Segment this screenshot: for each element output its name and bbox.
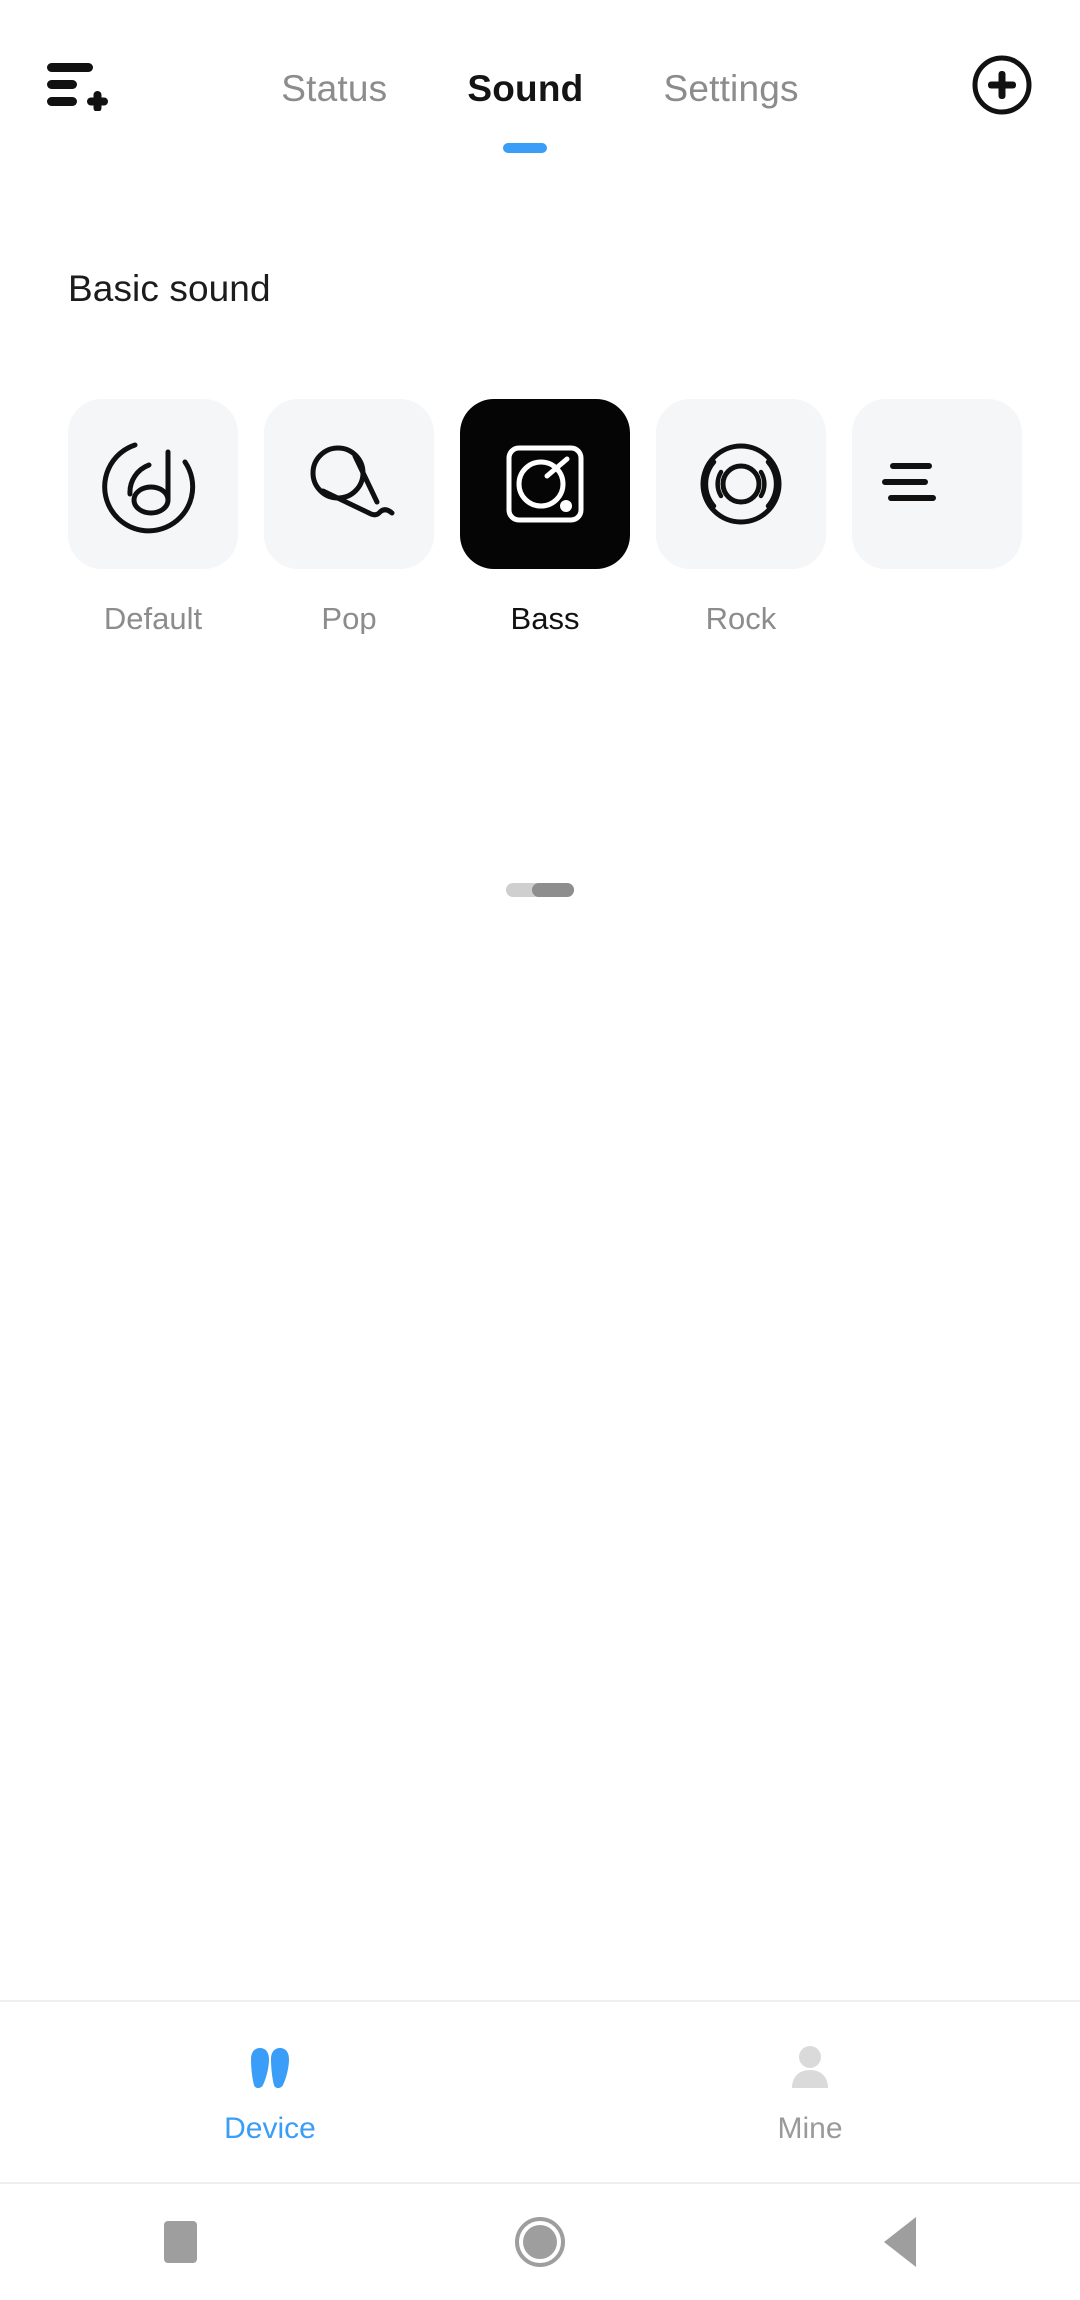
nav-item-device[interactable]: Device bbox=[0, 2002, 540, 2182]
recents-square-icon bbox=[163, 2221, 197, 2263]
tab-sound-label: Sound bbox=[467, 67, 584, 109]
add-device-button[interactable] bbox=[942, 39, 1034, 131]
speaker-waves-icon bbox=[700, 443, 782, 525]
list-add-icon bbox=[47, 63, 108, 111]
nav-item-device-label: Device bbox=[224, 2112, 316, 2145]
vinyl-music-note-icon bbox=[102, 442, 196, 534]
preset-default[interactable]: Default bbox=[68, 399, 238, 634]
recents-button[interactable] bbox=[0, 2184, 360, 2300]
back-button[interactable] bbox=[720, 2184, 1080, 2300]
tab-sound-indicator bbox=[503, 143, 548, 153]
sound-panel: Basic sound Default Pop Bass Rock bbox=[0, 170, 1080, 2000]
bottom-navigation: Device Mine bbox=[0, 2000, 1080, 2182]
speaker-amp-icon bbox=[506, 445, 584, 523]
preset-next-partial-tile[interactable] bbox=[852, 399, 1022, 569]
preset-default-label: Default bbox=[103, 601, 203, 634]
tab-settings[interactable]: Settings bbox=[623, 0, 838, 170]
preset-pop[interactable]: Pop bbox=[264, 399, 434, 634]
home-circle-icon bbox=[515, 2217, 565, 2267]
preset-rock-label: Rock bbox=[705, 601, 777, 634]
preset-bass-label: Bass bbox=[510, 601, 580, 634]
equalizer-lines-icon bbox=[882, 463, 936, 501]
preset-default-tile[interactable] bbox=[68, 399, 238, 569]
top-app-bar: Status Sound Settings bbox=[0, 0, 1080, 170]
person-icon bbox=[792, 2046, 828, 2088]
sound-preset-list[interactable]: Default Pop Bass Rock bbox=[0, 399, 1080, 634]
tab-status-label: Status bbox=[281, 67, 388, 109]
tab-bar: Status Sound Settings bbox=[138, 0, 942, 170]
plus-circle-icon bbox=[972, 55, 1032, 115]
list-add-button[interactable] bbox=[46, 39, 138, 131]
tab-settings-label: Settings bbox=[663, 67, 799, 109]
earbuds-icon bbox=[251, 2048, 289, 2088]
tab-sound[interactable]: Sound bbox=[427, 0, 623, 170]
preset-rock[interactable]: Rock bbox=[656, 399, 826, 634]
android-system-navigation bbox=[0, 2182, 1080, 2300]
nav-item-mine[interactable]: Mine bbox=[540, 2002, 1080, 2182]
preset-scrollbar[interactable] bbox=[506, 883, 574, 897]
preset-next-partial[interactable] bbox=[852, 399, 1022, 634]
tab-status[interactable]: Status bbox=[241, 0, 427, 170]
preset-pop-tile[interactable] bbox=[264, 399, 434, 569]
nav-item-mine-label: Mine bbox=[777, 2112, 843, 2145]
app-screen: Status Sound Settings Basic sound Defaul… bbox=[0, 0, 1080, 2300]
back-triangle-icon bbox=[884, 2217, 916, 2267]
preset-scrollbar-thumb[interactable] bbox=[532, 883, 574, 897]
preset-bass-tile[interactable] bbox=[460, 399, 630, 569]
section-title-basic-sound: Basic sound bbox=[68, 268, 271, 309]
microphone-icon bbox=[310, 445, 395, 518]
preset-rock-tile[interactable] bbox=[656, 399, 826, 569]
home-button[interactable] bbox=[360, 2184, 720, 2300]
preset-bass[interactable]: Bass bbox=[460, 399, 630, 634]
preset-pop-label: Pop bbox=[321, 601, 377, 634]
